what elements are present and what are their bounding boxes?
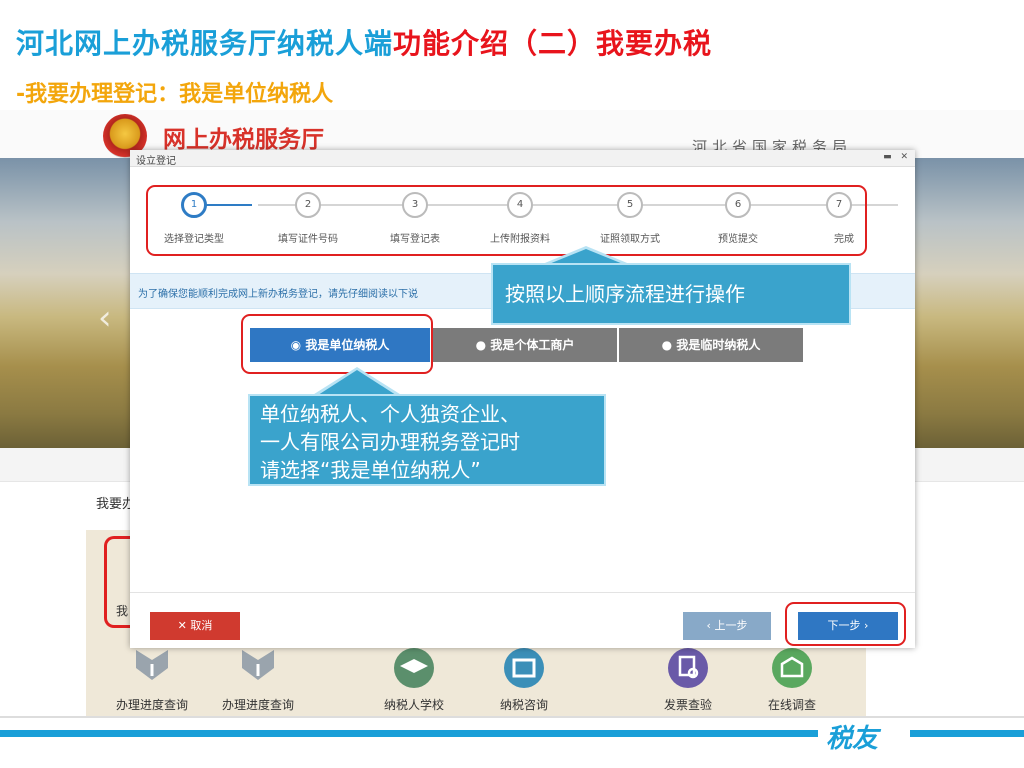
graduation-cap-icon [394, 648, 434, 688]
dialog-title: 设立登记 [136, 156, 176, 167]
slide-title-main: 河北网上办税服务厅纳税人端 [16, 27, 394, 60]
callout-line-2: 一人有限公司办理税务登记时 [260, 430, 520, 454]
site-name: 网上办税服务厅 [163, 127, 324, 153]
highlight-next-frame [785, 602, 906, 646]
slide-title-highlight: 功能介绍（二）我要办税 [393, 27, 713, 60]
notice-text: 为了确保您能顺利完成网上新办税务登记，请先仔细阅读以下说 [138, 289, 418, 300]
shield-download-icon [136, 650, 168, 680]
service-survey[interactable]: 在线调查 [752, 646, 832, 713]
callout-steps-hint: 按照以上顺序流程进行操作 [491, 263, 851, 325]
highlight-option-frame [241, 314, 433, 374]
slide-subtitle: -我要办理登记：我是单位纳税人 [16, 82, 334, 107]
slide-title: 河北网上办税服务厅纳税人端功能介绍（二）我要办税 [16, 22, 712, 62]
option-individual-business[interactable]: ● 我是个体工商户 [433, 328, 617, 362]
carousel-prev-icon[interactable]: ‹ [98, 298, 112, 338]
service-label: 发票查验 [663, 698, 712, 712]
previous-step-button[interactable]: ‹ 上一步 [683, 612, 771, 640]
callout-unit-hint: 单位纳税人、个人独资企业、 一人有限公司办理税务登记时 请选择“我是单位纳税人” [248, 394, 606, 486]
footer-brand-logo: 税友 [826, 724, 879, 754]
callout-tail [315, 370, 399, 397]
cancel-button[interactable]: ✕ 取消 [150, 612, 240, 640]
callout-line-1: 单位纳税人、个人独资企业、 [260, 402, 520, 426]
dialog-footer-divider [130, 592, 915, 593]
service-label: 纳税人学校 [383, 698, 444, 712]
service-invoice[interactable]: 发票查验 [648, 646, 728, 713]
survey-icon [772, 648, 812, 688]
callout-line-3: 请选择“我是单位纳税人” [260, 458, 481, 482]
footer-line-right [910, 730, 1024, 737]
service-label: 纳税咨询 [499, 698, 548, 712]
option-temporary-taxpayer[interactable]: ● 我是临时纳税人 [619, 328, 803, 362]
service-progress-2[interactable]: 办理进度查询 [218, 646, 298, 713]
service-school[interactable]: 纳税人学校 [374, 646, 454, 713]
window-controls[interactable]: ▬ ✕ [883, 152, 911, 162]
highlight-steps-frame [146, 185, 867, 256]
card-text: 我 [116, 604, 129, 618]
service-label: 办理进度查询 [221, 698, 294, 712]
service-progress-1[interactable]: 办理进度查询 [112, 646, 192, 713]
service-consult[interactable]: 纳税咨询 [484, 646, 564, 713]
shield-download-icon [242, 650, 274, 680]
service-label: 办理进度查询 [115, 698, 188, 712]
document-search-icon [668, 648, 708, 688]
footer-line-left [0, 730, 818, 737]
service-label: 在线调查 [767, 698, 816, 712]
dialog-titlebar: 设立登记 ▬ ✕ [130, 150, 915, 167]
building-icon [504, 648, 544, 688]
